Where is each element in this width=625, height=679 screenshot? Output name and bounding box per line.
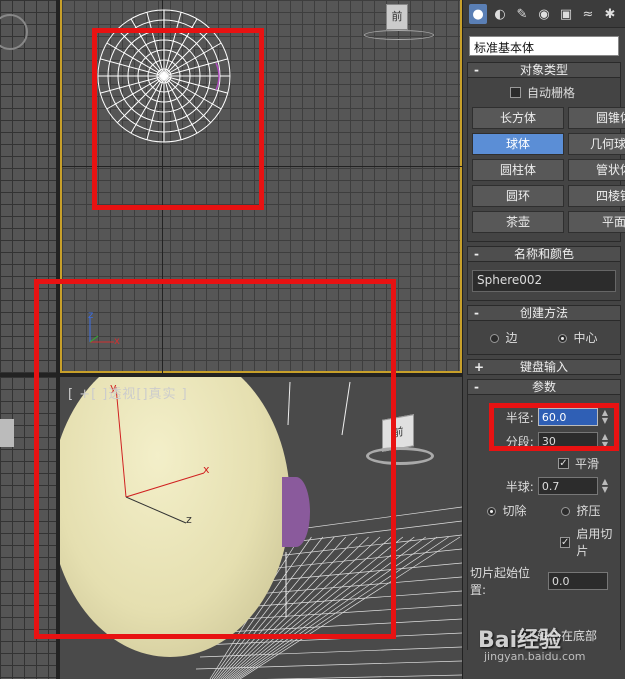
name-color-body: Sphere002 xyxy=(467,262,621,301)
center-option[interactable]: 中心 xyxy=(558,329,598,346)
rollout-parameters[interactable]: - 参数 xyxy=(467,379,621,395)
viewcube-ring-left[interactable] xyxy=(0,14,28,50)
object-type-button[interactable]: 圆环 xyxy=(472,185,564,207)
edge-radio[interactable] xyxy=(490,334,500,343)
highlight-box-top xyxy=(92,28,264,210)
smooth-label: 平滑 xyxy=(575,457,600,471)
rollout-title: 参数 xyxy=(531,380,556,394)
object-type-button[interactable]: 管状体 xyxy=(568,159,625,181)
smooth-row[interactable]: ✓ 平滑 xyxy=(470,453,618,474)
rollout-name-color[interactable]: - 名称和颜色 xyxy=(467,246,621,262)
autogrid-label: 自动栅格 xyxy=(527,86,576,100)
collapse-icon: - xyxy=(474,247,479,261)
center-radio[interactable] xyxy=(558,334,568,343)
star-icon[interactable]: ✱ xyxy=(601,4,619,24)
rollout-title: 名称和颜色 xyxy=(513,247,574,261)
object-type-button[interactable]: 四棱锥 xyxy=(568,185,625,207)
smooth-checkbox[interactable]: ✓ xyxy=(558,458,569,469)
object-type-body: 自动栅格 长方体圆锥体球体几何球体圆柱体管状体圆环四棱锥茶壶平面 xyxy=(467,78,625,242)
slice-on-checkbox[interactable]: ✓ xyxy=(560,536,571,548)
hierarchy-icon[interactable]: ✎ xyxy=(513,4,531,24)
highlight-box-radius xyxy=(489,403,619,451)
modify-icon[interactable]: ◐ xyxy=(491,4,509,24)
object-type-button[interactable]: 平面 xyxy=(568,211,625,233)
chop-label: 切除 xyxy=(502,504,527,518)
baidu-watermark-url: jingyan.baidu.com xyxy=(484,650,586,663)
object-type-button[interactable]: 长方体 xyxy=(472,107,564,129)
chop-option[interactable]: 切除 xyxy=(487,502,527,519)
category-dropdown[interactable]: 标准基本体 xyxy=(469,36,619,56)
squash-radio[interactable] xyxy=(561,507,571,516)
rollout-object-type[interactable]: - 对象类型 xyxy=(467,62,621,78)
rollout-creation-method[interactable]: - 创建方法 xyxy=(467,305,621,321)
utilities-icon[interactable]: ≈ xyxy=(579,4,597,24)
creation-method-body: 边 中心 xyxy=(467,321,621,355)
highlight-box-perspective xyxy=(34,279,396,639)
edge-option[interactable]: 边 xyxy=(490,329,518,346)
collapse-icon: - xyxy=(474,63,479,77)
display-icon[interactable]: ▣ xyxy=(557,4,575,24)
command-panel-tabs: ● ◐ ✎ ◉ ▣ ≈ ✱ xyxy=(463,0,625,28)
slice-from-row: 切片起始位置: xyxy=(470,561,618,601)
hemisphere-mode-options: 切除 挤压 xyxy=(470,498,618,523)
hemisphere-label: 半球: xyxy=(505,479,534,494)
hemisphere-input[interactable] xyxy=(537,477,598,495)
squash-label: 挤压 xyxy=(576,504,601,518)
viewcube-fragment[interactable] xyxy=(0,419,14,447)
command-panel: ●◐✎◉▣≈✱ 标准基本体 - 对象类型 自动栅格 长方体圆锥体球体几何球体圆柱… xyxy=(462,0,625,679)
rollout-keyboard-entry[interactable]: + 键盘输入 xyxy=(467,359,621,375)
viewcube-ring-top[interactable] xyxy=(364,30,434,40)
hemisphere-spinner-icon[interactable]: ▲ ▼ xyxy=(602,478,608,494)
chop-radio[interactable] xyxy=(487,507,497,516)
object-type-button[interactable]: 球体 xyxy=(472,133,564,155)
center-label: 中心 xyxy=(573,331,598,345)
autogrid-row[interactable]: 自动栅格 xyxy=(470,82,618,103)
squash-option[interactable]: 挤压 xyxy=(561,502,601,519)
slice-from-input[interactable] xyxy=(548,572,608,590)
motion-icon[interactable]: ◉ xyxy=(535,4,553,24)
collapse-icon: - xyxy=(474,380,479,394)
object-type-button[interactable]: 圆锥体 xyxy=(568,107,625,129)
object-button-grid: 长方体圆锥体球体几何球体圆柱体管状体圆环四棱锥茶壶平面 xyxy=(470,103,625,237)
rollout-title: 创建方法 xyxy=(519,306,568,320)
viewcube-top[interactable]: 前 xyxy=(386,4,408,30)
hemisphere-row: 半球: ▲▼ xyxy=(470,474,618,498)
rollout-title: 键盘输入 xyxy=(519,360,568,374)
object-type-button[interactable]: 茶壶 xyxy=(472,211,564,233)
collapse-icon: - xyxy=(474,306,479,320)
expand-icon: + xyxy=(474,360,485,374)
slice-on-row[interactable]: ✓ 启用切片 xyxy=(470,523,618,561)
edge-label: 边 xyxy=(505,331,518,345)
create-icon[interactable]: ● xyxy=(469,4,487,24)
creation-method-options: 边 中心 xyxy=(470,325,618,350)
object-type-button[interactable]: 几何球体 xyxy=(568,133,625,155)
autogrid-checkbox[interactable] xyxy=(510,87,521,98)
slice-on-label: 启用切片 xyxy=(576,527,613,558)
object-name-field[interactable]: Sphere002 xyxy=(472,270,616,292)
slice-from-label: 切片起始位置: xyxy=(470,566,531,597)
viewport-area[interactable]: 前 z x y x z 前 [+[]透视[]真实] xyxy=(0,0,462,679)
object-type-button[interactable]: 圆柱体 xyxy=(472,159,564,181)
rollout-title: 对象类型 xyxy=(519,63,568,77)
